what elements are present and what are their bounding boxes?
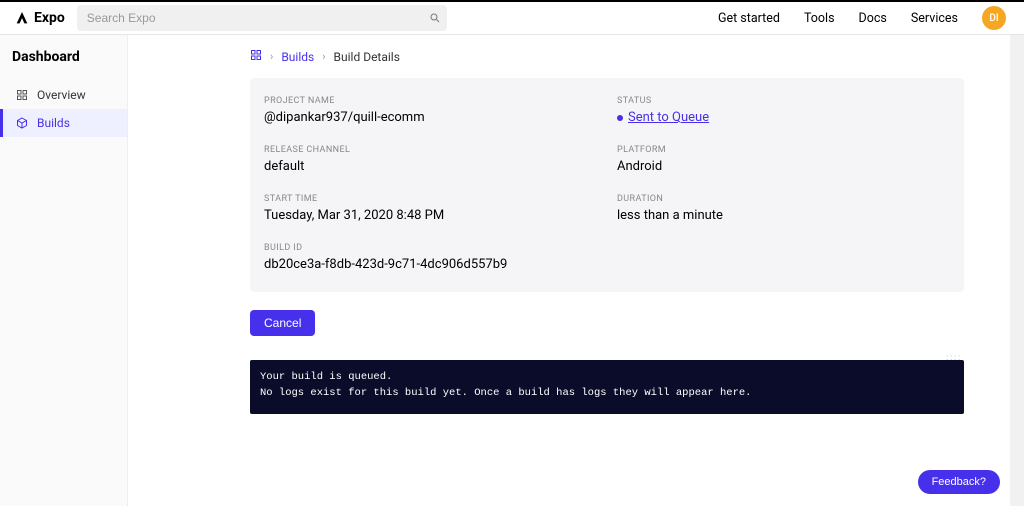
value-platform: Android xyxy=(617,159,950,174)
main-content: › Builds › Build Details PROJECT NAME @d… xyxy=(128,35,1024,506)
field-status: STATUS Sent to Queue xyxy=(617,96,950,125)
field-platform: PLATFORM Android xyxy=(617,145,950,174)
cancel-button[interactable]: Cancel xyxy=(250,310,315,336)
search-box xyxy=(77,5,447,31)
log-line: No logs exist for this build yet. Once a… xyxy=(260,387,751,399)
sidebar-item-overview[interactable]: Overview xyxy=(0,81,127,109)
build-log: Your build is queued. No logs exist for … xyxy=(250,360,964,414)
search-input[interactable] xyxy=(77,5,447,31)
nav-get-started[interactable]: Get started xyxy=(718,11,780,26)
chevron-right-icon: › xyxy=(322,50,325,63)
breadcrumb: › Builds › Build Details xyxy=(250,49,964,64)
value-build-id: db20ce3a-f8db-423d-9c71-4dc906d557b9 xyxy=(264,257,950,272)
value-start-time: Tuesday, Mar 31, 2020 8:48 PM xyxy=(264,208,597,223)
value-status[interactable]: Sent to Queue xyxy=(628,110,709,125)
sidebar-item-builds[interactable]: Builds xyxy=(0,109,127,137)
value-project-name: @dipankar937/quill-ecomm xyxy=(264,110,597,125)
header: Expo Get started Tools Docs Services DI xyxy=(0,2,1024,35)
build-info-card: PROJECT NAME @dipankar937/quill-ecomm ST… xyxy=(250,78,964,292)
expo-logo-icon xyxy=(14,10,30,26)
value-release-channel: default xyxy=(264,159,597,174)
log-line: Your build is queued. xyxy=(260,371,392,383)
chevron-right-icon: › xyxy=(270,50,273,63)
sidebar: Dashboard Overview Builds xyxy=(0,35,128,506)
label-status: STATUS xyxy=(617,96,950,106)
header-nav: Get started Tools Docs Services DI xyxy=(718,6,1014,30)
field-duration: DURATION less than a minute xyxy=(617,194,950,223)
logo[interactable]: Expo xyxy=(10,10,65,26)
label-release-channel: RELEASE CHANNEL xyxy=(264,145,597,155)
field-start-time: START TIME Tuesday, Mar 31, 2020 8:48 PM xyxy=(264,194,597,223)
search-icon[interactable] xyxy=(429,12,441,24)
nav-services[interactable]: Services xyxy=(911,11,958,26)
nav-docs[interactable]: Docs xyxy=(859,11,887,26)
avatar[interactable]: DI xyxy=(982,6,1006,30)
label-build-id: BUILD ID xyxy=(264,243,950,253)
label-duration: DURATION xyxy=(617,194,950,204)
label-start-time: START TIME xyxy=(264,194,597,204)
breadcrumb-builds[interactable]: Builds xyxy=(281,50,314,64)
status-dot-icon xyxy=(617,115,623,121)
grid-icon xyxy=(15,88,29,102)
sidebar-item-label: Overview xyxy=(37,88,86,102)
nav-tools[interactable]: Tools xyxy=(804,11,835,26)
field-build-id: BUILD ID db20ce3a-f8db-423d-9c71-4dc906d… xyxy=(264,243,950,272)
feedback-button[interactable]: Feedback? xyxy=(918,470,1000,494)
package-icon xyxy=(15,116,29,130)
sidebar-item-label: Builds xyxy=(37,116,70,130)
scrollbar[interactable] xyxy=(1010,35,1024,506)
field-release-channel: RELEASE CHANNEL default xyxy=(264,145,597,174)
field-project-name: PROJECT NAME @dipankar937/quill-ecomm xyxy=(264,96,597,125)
breadcrumb-current: Build Details xyxy=(334,50,400,64)
label-project-name: PROJECT NAME xyxy=(264,96,597,106)
home-icon[interactable] xyxy=(250,49,262,64)
logo-text: Expo xyxy=(34,10,65,26)
log-section: :::: Your build is queued. No logs exist… xyxy=(250,354,964,414)
value-duration: less than a minute xyxy=(617,208,950,223)
sidebar-title: Dashboard xyxy=(0,49,127,65)
label-platform: PLATFORM xyxy=(617,145,950,155)
